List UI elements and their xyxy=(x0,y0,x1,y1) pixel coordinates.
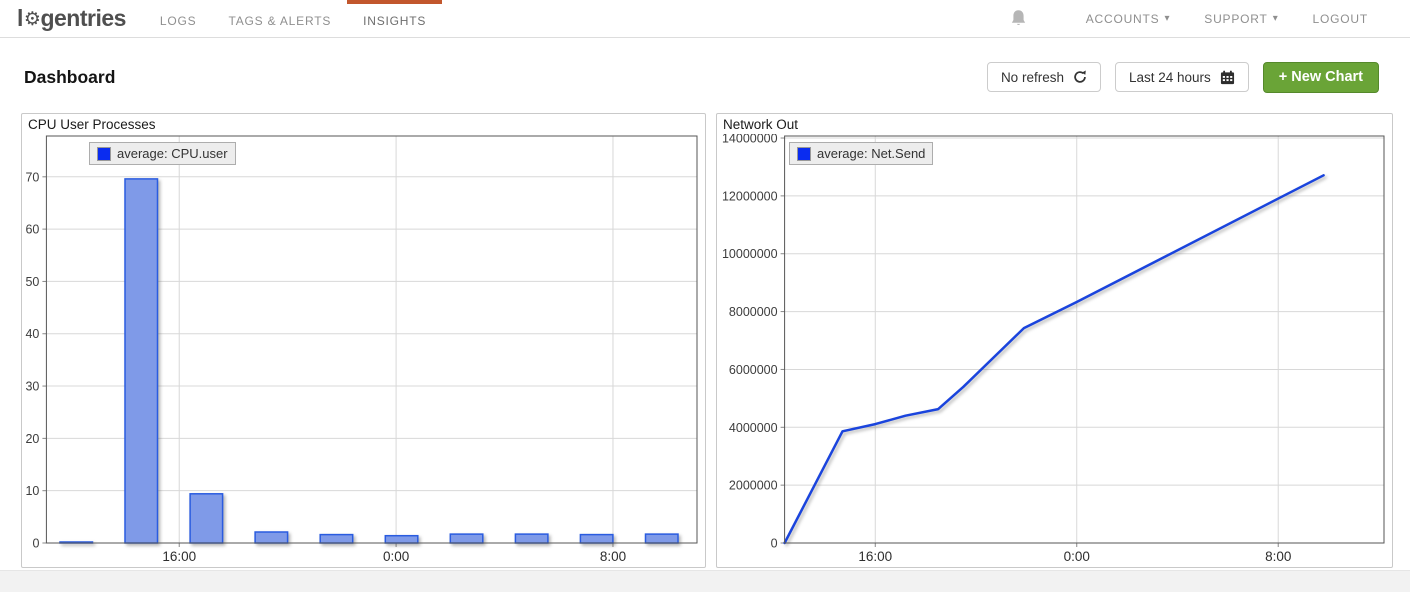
legend-label-cpu: average: CPU.user xyxy=(117,146,228,161)
refresh-interval-label: No refresh xyxy=(1001,70,1064,85)
svg-text:0:00: 0:00 xyxy=(383,549,409,564)
footer-strip xyxy=(0,570,1410,592)
nav-item-accounts[interactable]: ACCOUNTS ▾ xyxy=(1069,12,1188,26)
legend-cpu: average: CPU.user xyxy=(89,142,236,165)
svg-text:0: 0 xyxy=(32,537,39,551)
notifications-bell-icon[interactable] xyxy=(1008,8,1029,29)
refresh-icon xyxy=(1073,70,1087,84)
nav-right: ACCOUNTS ▾ SUPPORT ▾ LOGOUT xyxy=(1008,0,1385,37)
new-chart-button[interactable]: + New Chart xyxy=(1263,62,1379,93)
legend-label-network: average: Net.Send xyxy=(817,146,925,161)
chart-title-network: Network Out xyxy=(717,114,1392,134)
svg-text:6000000: 6000000 xyxy=(729,363,778,377)
nav-item-insights[interactable]: INSIGHTS xyxy=(347,0,442,37)
legend-network: average: Net.Send xyxy=(789,142,933,165)
svg-text:16:00: 16:00 xyxy=(858,549,892,564)
svg-text:8:00: 8:00 xyxy=(600,549,626,564)
svg-text:70: 70 xyxy=(25,170,39,184)
svg-text:16:00: 16:00 xyxy=(162,549,196,564)
cpu-user-processes-bar-chart[interactable]: 0 10 20 30 40 50 60 70 16:00 0:00 8:00 xyxy=(22,134,705,567)
page: l⚙gentries LOGS TAGS & ALERTS INSIGHTS A… xyxy=(0,0,1410,592)
chart-title-cpu: CPU User Processes xyxy=(22,114,705,134)
support-label: SUPPORT xyxy=(1204,12,1267,26)
time-range-label: Last 24 hours xyxy=(1129,70,1211,85)
legend-swatch-icon xyxy=(797,147,811,161)
svg-text:12000000: 12000000 xyxy=(722,189,778,203)
primary-nav: LOGS TAGS & ALERTS INSIGHTS xyxy=(144,0,442,37)
toolbar-actions: No refresh Last 24 hours + xyxy=(987,62,1379,93)
svg-text:8000000: 8000000 xyxy=(729,305,778,319)
chart-panel-network: Network Out 0 2000000 4000000 6000000 800000… xyxy=(716,113,1393,568)
nav-item-support[interactable]: SUPPORT ▾ xyxy=(1187,12,1295,26)
chevron-down-icon: ▾ xyxy=(1164,13,1170,24)
refresh-interval-button[interactable]: No refresh xyxy=(987,62,1101,92)
logo-text-post: gentries xyxy=(40,5,125,32)
network-out-line-chart[interactable]: 0 2000000 4000000 6000000 8000000 10000000 120… xyxy=(717,134,1392,567)
svg-text:10000000: 10000000 xyxy=(722,247,778,261)
time-range-button[interactable]: Last 24 hours xyxy=(1115,62,1249,92)
svg-text:50: 50 xyxy=(25,275,39,289)
legend-swatch-icon xyxy=(97,147,111,161)
bell-icon xyxy=(1008,8,1029,29)
svg-text:30: 30 xyxy=(25,380,39,394)
nav-item-tags-alerts[interactable]: TAGS & ALERTS xyxy=(212,0,347,37)
svg-text:2000000: 2000000 xyxy=(729,479,778,493)
svg-text:0:00: 0:00 xyxy=(1064,549,1090,564)
dashboard-toolbar: Dashboard No refresh Last 24 hours xyxy=(0,57,1410,97)
accounts-label: ACCOUNTS xyxy=(1086,12,1160,26)
logo-text-pre: l xyxy=(17,5,23,32)
chevron-down-icon: ▾ xyxy=(1273,13,1279,24)
svg-text:0: 0 xyxy=(771,537,778,551)
svg-text:20: 20 xyxy=(25,432,39,446)
nav-item-logs[interactable]: LOGS xyxy=(144,0,213,37)
chart-panel-cpu: CPU User Processes 01020304050607016:000… xyxy=(21,113,706,568)
svg-text:4000000: 4000000 xyxy=(729,421,778,435)
page-title: Dashboard xyxy=(24,67,115,88)
nav-item-logout[interactable]: LOGOUT xyxy=(1296,12,1385,26)
top-nav: l⚙gentries LOGS TAGS & ALERTS INSIGHTS A… xyxy=(0,0,1410,38)
svg-text:40: 40 xyxy=(25,327,39,341)
logentries-logo[interactable]: l⚙gentries xyxy=(17,0,126,37)
svg-text:10: 10 xyxy=(25,484,39,498)
svg-text:60: 60 xyxy=(25,223,39,237)
gear-icon: ⚙ xyxy=(24,8,41,31)
calendar-icon xyxy=(1220,70,1235,85)
svg-text:14000000: 14000000 xyxy=(722,134,778,146)
svg-text:8:00: 8:00 xyxy=(1265,549,1291,564)
